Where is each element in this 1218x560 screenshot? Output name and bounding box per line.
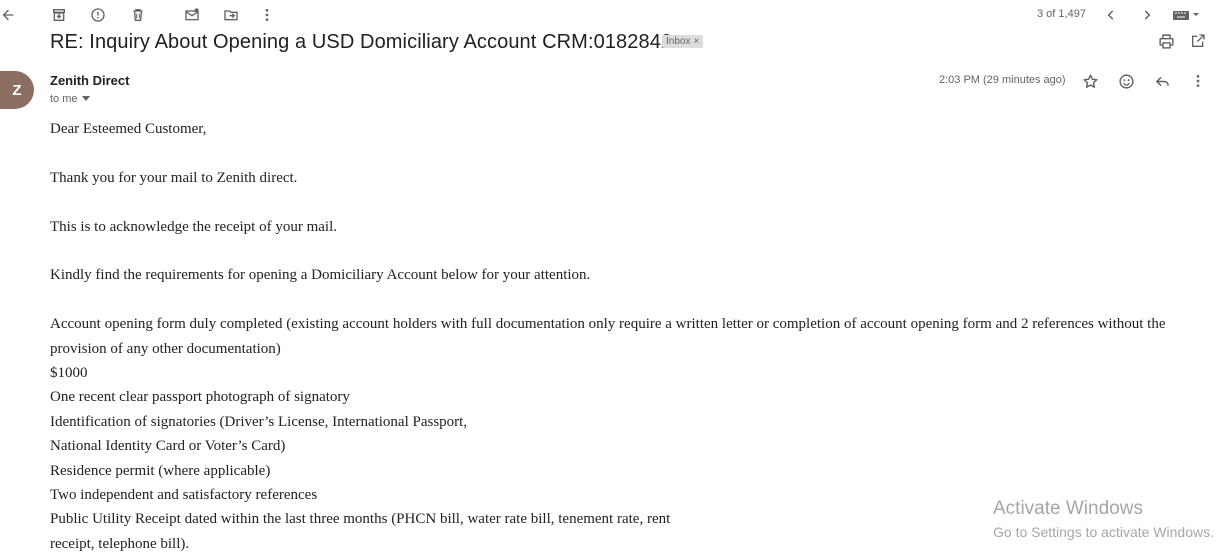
keyboard-icon[interactable]: [1170, 4, 1204, 26]
recipient-text: to me: [50, 93, 78, 105]
body-paragraph-thanks: Thank you for your mail to Zenith direct…: [50, 169, 298, 186]
open-new-window-icon[interactable]: [1187, 30, 1209, 52]
body-paragraph-acknowledge: This is to acknowledge the receipt of yo…: [50, 218, 337, 235]
archive-icon[interactable]: [47, 4, 71, 26]
chevron-right-icon[interactable]: [1135, 4, 1159, 26]
body-paragraph-requirements-intro: Kindly find the requirements for opening…: [50, 267, 591, 284]
recipient-line[interactable]: to me: [50, 93, 90, 105]
requirement-line: National Identity Card or Voter’s Card): [50, 438, 286, 455]
sender-avatar[interactable]: Z: [0, 71, 34, 109]
activate-windows-watermark: Activate Windows Go to Settings to activ…: [993, 498, 1214, 540]
reply-icon[interactable]: [1151, 70, 1173, 92]
watermark-title: Activate Windows: [993, 498, 1143, 519]
email-body: Dear Esteemed Customer, Thank you for yo…: [50, 117, 1210, 556]
star-icon[interactable]: [1079, 70, 1101, 92]
pager-count: 3 of 1,497: [1037, 8, 1086, 20]
message-timestamp: 2:03 PM (29 minutes ago): [939, 74, 1066, 86]
move-to-icon[interactable]: [219, 4, 243, 26]
delete-icon[interactable]: [126, 4, 150, 26]
greeting: Dear Esteemed Customer,: [50, 121, 207, 137]
back-arrow-icon[interactable]: [0, 4, 20, 26]
chevron-left-icon[interactable]: [1099, 4, 1123, 26]
email-subject: RE: Inquiry About Opening a USD Domicili…: [50, 31, 673, 53]
inbox-label-chip[interactable]: Inbox ×: [662, 35, 704, 48]
mark-unread-icon[interactable]: [180, 4, 204, 26]
message-more-vert-icon[interactable]: [1187, 70, 1209, 92]
remove-label-icon[interactable]: ×: [693, 36, 699, 47]
toolbar: 3 of 1,497: [0, 0, 1218, 30]
requirement-line: $1000: [50, 365, 88, 381]
print-icon[interactable]: [1155, 30, 1177, 52]
requirement-line: Identification of signatories (Driver’s …: [50, 413, 468, 430]
report-spam-icon[interactable]: [86, 4, 110, 26]
requirement-line: Residence permit (where applicable): [50, 462, 271, 479]
inbox-label-text: Inbox: [666, 36, 691, 47]
watermark-subtitle: Go to Settings to activate Windows.: [993, 524, 1214, 540]
emoji-icon[interactable]: [1115, 70, 1137, 92]
sender-name[interactable]: Zenith Direct: [50, 73, 129, 88]
requirement-line: One recent clear passport photograph of …: [50, 389, 350, 406]
requirement-line: Account opening form duly completed (exi…: [50, 316, 1166, 357]
more-vert-icon[interactable]: [255, 4, 279, 26]
recipient-details-dropdown-icon[interactable]: [81, 96, 90, 102]
